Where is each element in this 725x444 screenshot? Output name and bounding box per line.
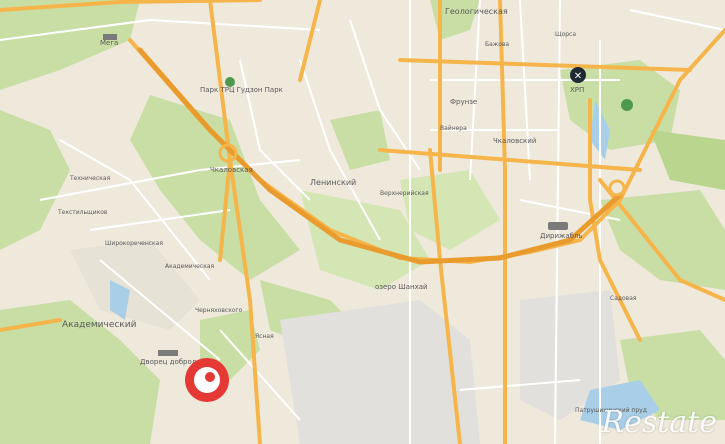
label-tekstilshchikov: Текстильщиков [57,209,108,216]
label-sadovaya: Садовая [610,295,637,302]
label-geologicheskaya: Геологическая [445,7,508,16]
label-park: Парк ТРЦ Гудзон Парк [200,86,283,94]
label-vainera: Вайнера [440,125,467,132]
label-hrt: ХРП [570,86,584,94]
label-leninskiy: Ленинский [310,178,356,187]
label-dirizhabl: Дирижабль [540,232,583,240]
park-icon [621,99,633,111]
label-yasnaya: Ясная [255,333,274,340]
label-verkhnee: Верхнерийская [380,190,429,197]
stadium-icon [548,222,568,230]
label-shirokorechenskaya: Широкореченская [105,240,163,247]
label-ozero: озеро Шанхай [375,283,428,291]
label-mega: Мега [100,39,118,47]
label-bazhova: Бажова [485,41,509,48]
label-tekhnicheskaya: Техническая [69,175,111,182]
map-canvas[interactable]: ✕ Геологическая Мега Парк ТРЦ Гудзон Пар… [0,0,725,444]
label-chernyakhovskogo: Черняховского [195,307,243,314]
label-shchorsa: Щорса [555,31,576,38]
building-icon [158,350,178,356]
watermark: Restate [601,405,718,440]
label-frunze: Фрунзе [450,98,477,106]
station-icon-glyph: ✕ [574,71,582,82]
location-pin-icon[interactable] [185,358,229,402]
label-chkalovskiy: Чкаловский [493,137,536,145]
label-akademicheskaya: Академическая [165,263,215,270]
label-chkalovskaya: Чкаловская [210,166,253,174]
label-akademicheskiy: Академический [62,320,137,330]
